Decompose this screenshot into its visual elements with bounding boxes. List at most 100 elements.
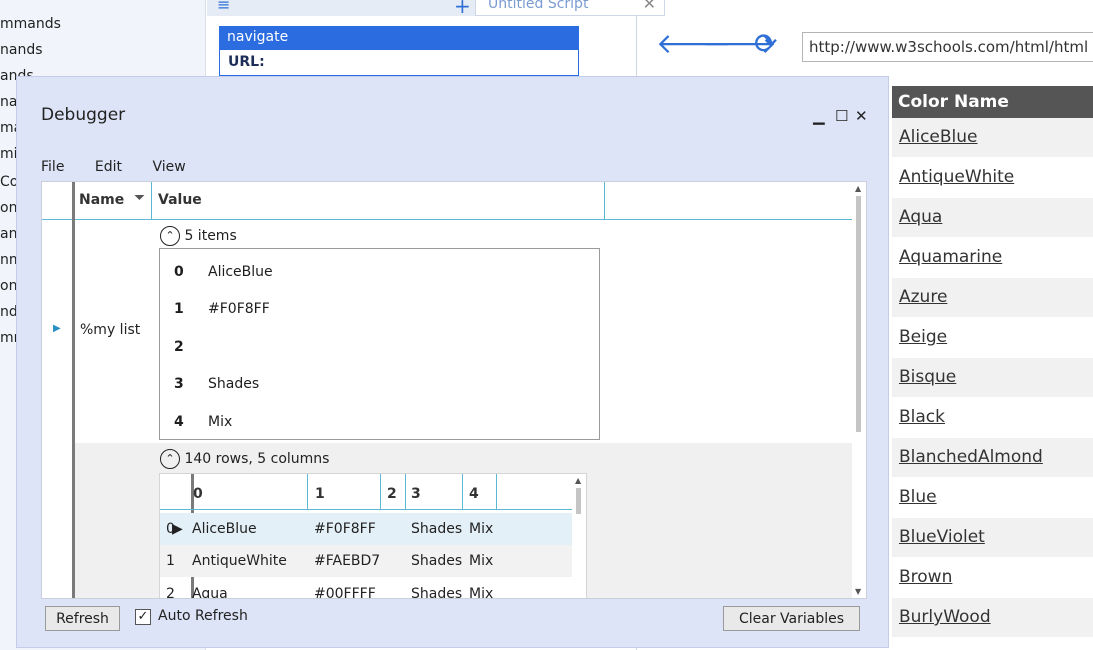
color-link[interactable]: Aqua bbox=[899, 207, 942, 227]
table-cell[interactable]: AntiqueWhite bbox=[192, 553, 287, 569]
maximize-icon[interactable]: ☐ bbox=[835, 107, 848, 125]
debugger-window: Debugger ▁ ☐ ✕ File Edit View Name ⏷ Val… bbox=[16, 76, 889, 648]
color-link[interactable]: Aquamarine bbox=[899, 247, 1002, 267]
menu-edit[interactable]: Edit bbox=[95, 159, 122, 175]
command-item[interactable]: mi bbox=[0, 146, 18, 162]
color-link[interactable]: AliceBlue bbox=[899, 127, 978, 147]
table-caption: ⌃ 140 rows, 5 columns bbox=[160, 449, 329, 469]
table-cell[interactable]: #F0F8FF bbox=[314, 521, 376, 537]
row-index: 2 bbox=[166, 586, 175, 599]
color-link[interactable]: Azure bbox=[899, 287, 947, 307]
table-cell[interactable]: Mix bbox=[469, 521, 493, 537]
column-header[interactable]: 4 bbox=[469, 486, 479, 502]
step-command[interactable]: navigate bbox=[219, 26, 579, 50]
list-item[interactable]: 2 bbox=[160, 327, 600, 365]
variables-grid: Name ⏷ Value ▶ %my list ⌃ 5 items 0 Alic… bbox=[41, 181, 867, 599]
list-item[interactable]: 4 Mix bbox=[160, 402, 600, 440]
scroll-up-icon[interactable]: ▲ bbox=[575, 476, 581, 485]
color-link[interactable]: Black bbox=[899, 407, 945, 427]
clear-variables-button[interactable]: Clear Variables bbox=[723, 606, 860, 631]
color-table: Color Name AliceBlue AntiqueWhite Aqua Aqua… bbox=[892, 86, 1093, 638]
color-row: BlueViolet bbox=[892, 518, 1093, 558]
table-cell[interactable]: Mix bbox=[469, 586, 493, 598]
variable-name: %my list bbox=[80, 322, 141, 338]
color-link[interactable]: Blue bbox=[899, 487, 937, 507]
color-link[interactable]: Beige bbox=[899, 327, 947, 347]
command-item[interactable]: on bbox=[0, 278, 17, 294]
close-icon[interactable]: ✕ bbox=[643, 0, 656, 13]
column-separator[interactable] bbox=[604, 182, 605, 220]
scrollbar-thumb[interactable] bbox=[856, 196, 861, 432]
list-item[interactable]: 0 AliceBlue bbox=[160, 252, 600, 290]
datatable-value-area: ⌃ 140 rows, 5 columns 0 1 2 3 4 ▶ 0 Alic… bbox=[75, 443, 852, 599]
list-item[interactable]: 3 Shades bbox=[160, 364, 600, 402]
command-item[interactable]: nands bbox=[0, 42, 43, 58]
column-separator[interactable] bbox=[307, 474, 308, 510]
table-cell[interactable]: AliceBlue bbox=[192, 521, 257, 537]
grid-header: Name ⏷ Value bbox=[42, 182, 852, 220]
filter-icon[interactable]: ⏷ bbox=[134, 190, 145, 206]
list-index: 3 bbox=[174, 376, 184, 392]
refresh-button[interactable]: Refresh bbox=[45, 606, 120, 631]
table-cell[interactable]: Aqua bbox=[192, 586, 228, 598]
color-table-header: Color Name bbox=[892, 86, 1093, 118]
hamburger-menu-icon[interactable]: ≡ bbox=[217, 0, 231, 14]
window-title: Debugger bbox=[41, 105, 126, 125]
table-row[interactable]: 2 Aqua #00FFFF Shades Mix bbox=[160, 578, 574, 599]
command-item[interactable]: on bbox=[0, 200, 17, 216]
column-header[interactable]: 0 bbox=[193, 486, 203, 502]
column-name[interactable]: Name bbox=[79, 192, 124, 208]
command-item[interactable]: mmands bbox=[0, 16, 61, 32]
column-separator[interactable] bbox=[151, 182, 152, 220]
row-selector-icon[interactable]: ▶ bbox=[53, 323, 61, 334]
column-separator[interactable] bbox=[405, 474, 406, 510]
color-row: Bisque bbox=[892, 358, 1093, 398]
list-value: #F0F8FF bbox=[208, 301, 270, 317]
collapse-icon[interactable]: ⌃ bbox=[160, 226, 180, 246]
column-header[interactable]: 2 bbox=[387, 486, 397, 502]
table-cell[interactable]: Shades bbox=[411, 553, 462, 569]
close-icon[interactable]: ✕ bbox=[855, 107, 868, 125]
minimize-icon[interactable]: ▁ bbox=[813, 107, 825, 125]
auto-refresh-checkbox[interactable]: ✓ bbox=[135, 609, 151, 625]
table-row[interactable]: 1 AntiqueWhite #FAEBD7 Shades Mix bbox=[160, 545, 574, 577]
table-cell[interactable]: Shades bbox=[411, 586, 462, 598]
collapse-icon[interactable]: ⌃ bbox=[160, 449, 180, 469]
column-separator[interactable] bbox=[462, 474, 463, 510]
table-cell[interactable]: Mix bbox=[469, 553, 493, 569]
color-row: BlanchedAlmond bbox=[892, 438, 1093, 478]
table-cell[interactable]: Shades bbox=[411, 521, 462, 537]
menu-view[interactable]: View bbox=[152, 159, 185, 175]
table-cell[interactable]: #FAEBD7 bbox=[314, 553, 380, 569]
color-link[interactable]: BlueViolet bbox=[899, 527, 985, 547]
color-link[interactable]: Bisque bbox=[899, 367, 956, 387]
list-index: 0 bbox=[174, 264, 184, 280]
column-separator[interactable] bbox=[380, 474, 381, 510]
menu-file[interactable]: File bbox=[41, 159, 64, 175]
table-row[interactable]: ▶ 0 AliceBlue #F0F8FF Shades Mix bbox=[160, 513, 574, 545]
color-row: Azure bbox=[892, 278, 1093, 318]
color-link[interactable]: AntiqueWhite bbox=[899, 167, 1014, 187]
table-cell[interactable]: #00FFFF bbox=[314, 586, 376, 598]
color-link[interactable]: Brown bbox=[899, 567, 952, 587]
column-separator[interactable] bbox=[496, 474, 497, 510]
url-bar[interactable]: http://www.w3schools.com/html/html bbox=[802, 32, 1093, 62]
tab-untitled-script[interactable]: Untitled Script ✕ bbox=[475, 0, 665, 16]
list-value: Shades bbox=[208, 376, 260, 392]
scroll-down-icon[interactable]: ▼ bbox=[855, 587, 861, 596]
auto-refresh-label: Auto Refresh bbox=[158, 608, 248, 624]
column-header[interactable]: 3 bbox=[411, 486, 421, 502]
column-value[interactable]: Value bbox=[158, 192, 202, 208]
color-row: Beige bbox=[892, 318, 1093, 358]
datatable-scrollbar[interactable]: ▲ bbox=[572, 474, 586, 598]
color-link[interactable]: BlanchedAlmond bbox=[899, 447, 1043, 467]
column-header[interactable]: 1 bbox=[315, 486, 325, 502]
grid-scrollbar[interactable]: ▲ ▼ bbox=[852, 182, 866, 598]
scrollbar-thumb[interactable] bbox=[576, 488, 581, 514]
list-item[interactable]: 1 #F0F8FF bbox=[160, 289, 600, 327]
color-link[interactable]: BurlyWood bbox=[899, 607, 991, 627]
refresh-icon[interactable]: ⟳ bbox=[754, 30, 777, 58]
list-index: 1 bbox=[174, 301, 184, 317]
color-row: Blue bbox=[892, 478, 1093, 518]
scroll-up-icon[interactable]: ▲ bbox=[855, 184, 861, 193]
